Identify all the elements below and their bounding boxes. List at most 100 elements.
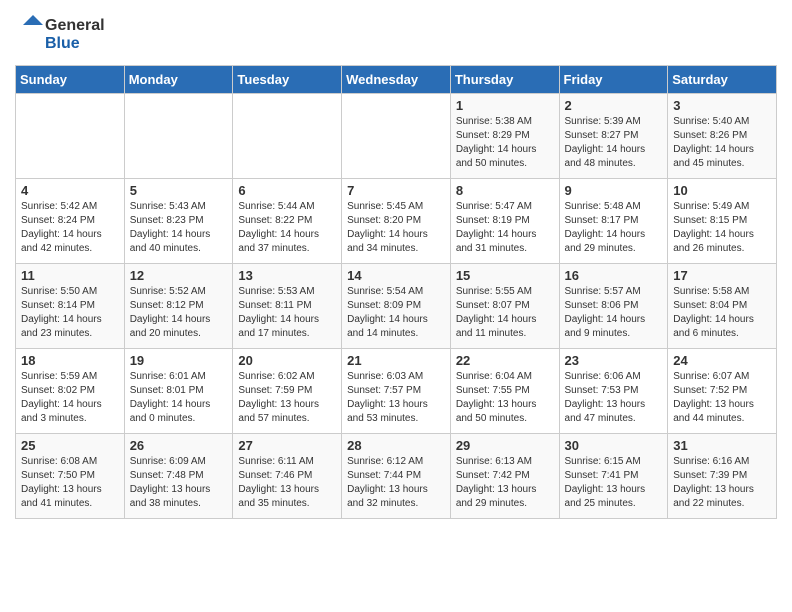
day-number: 30 [565,438,663,453]
day-number: 19 [130,353,228,368]
day-info: Sunrise: 5:54 AM Sunset: 8:09 PM Dayligh… [347,285,445,341]
day-number: 4 [21,183,119,198]
day-info: Sunrise: 6:04 AM Sunset: 7:55 PM Dayligh… [456,370,554,426]
day-number: 17 [673,268,771,283]
day-number: 9 [565,183,663,198]
day-cell: 1Sunrise: 5:38 AM Sunset: 8:29 PM Daylig… [450,94,559,179]
day-info: Sunrise: 5:59 AM Sunset: 8:02 PM Dayligh… [21,370,119,426]
day-info: Sunrise: 5:49 AM Sunset: 8:15 PM Dayligh… [673,200,771,256]
day-cell: 10 Sunrise: 5:49 AM Sunset: 8:15 PM Dayli… [668,179,777,264]
day-info: Sunrise: 6:15 AM Sunset: 7:41 PM Dayligh… [565,455,663,511]
day-cell: 15 Sunrise: 5:55 AM Sunset: 8:07 PM Dayli… [450,264,559,349]
day-number: 2 [565,98,663,113]
day-number: 12 [130,268,228,283]
day-number: 18 [21,353,119,368]
svg-text:Blue: Blue [45,35,80,52]
day-cell: 8 Sunrise: 5:47 AM Sunset: 8:19 PM Daylig… [450,179,559,264]
day-cell: 6 Sunrise: 5:44 AM Sunset: 8:22 PM Daylig… [233,179,342,264]
day-cell: 17 Sunrise: 5:58 AM Sunset: 8:04 PM Dayli… [668,264,777,349]
day-cell: 28 Sunrise: 6:12 AM Sunset: 7:44 PM Dayli… [342,434,451,519]
day-info: Sunrise: 5:53 AM Sunset: 8:11 PM Dayligh… [238,285,336,341]
day-cell: 30 Sunrise: 6:15 AM Sunset: 7:41 PM Dayli… [559,434,668,519]
day-info: Sunrise: 5:48 AM Sunset: 8:17 PM Dayligh… [565,200,663,256]
day-cell: 9 Sunrise: 5:48 AM Sunset: 8:17 PM Daylig… [559,179,668,264]
day-cell: 20Sunrise: 6:02 AM Sunset: 7:59 PM Dayli… [233,349,342,434]
day-cell: 19Sunrise: 6:01 AM Sunset: 8:01 PM Dayli… [124,349,233,434]
header-day-tuesday: Tuesday [233,66,342,94]
day-number: 13 [238,268,336,283]
day-cell: 3 Sunrise: 5:40 AM Sunset: 8:26 PM Daylig… [668,94,777,179]
header-row: SundayMondayTuesdayWednesdayThursdayFrid… [16,66,777,94]
header-day-friday: Friday [559,66,668,94]
day-cell: 7Sunrise: 5:45 AM Sunset: 8:20 PM Daylig… [342,179,451,264]
day-number: 11 [21,268,119,283]
day-info: Sunrise: 5:42 AM Sunset: 8:24 PM Dayligh… [21,200,119,256]
day-info: Sunrise: 6:13 AM Sunset: 7:42 PM Dayligh… [456,455,554,511]
day-number: 22 [456,353,554,368]
day-cell [124,94,233,179]
logo: GeneralBlue [15,10,105,55]
day-cell: 14 Sunrise: 5:54 AM Sunset: 8:09 PM Dayli… [342,264,451,349]
day-cell [16,94,125,179]
svg-text:General: General [45,17,105,34]
day-info: Sunrise: 5:40 AM Sunset: 8:26 PM Dayligh… [673,115,771,171]
day-info: Sunrise: 6:11 AM Sunset: 7:46 PM Dayligh… [238,455,336,511]
day-number: 15 [456,268,554,283]
day-info: Sunrise: 5:43 AM Sunset: 8:23 PM Dayligh… [130,200,228,256]
day-info: Sunrise: 5:39 AM Sunset: 8:27 PM Dayligh… [565,115,663,171]
day-cell: 13 Sunrise: 5:53 AM Sunset: 8:11 PM Dayli… [233,264,342,349]
day-cell: 12 Sunrise: 5:52 AM Sunset: 8:12 PM Dayli… [124,264,233,349]
day-cell: 26 Sunrise: 6:09 AM Sunset: 7:48 PM Dayli… [124,434,233,519]
day-info: Sunrise: 6:03 AM Sunset: 7:57 PM Dayligh… [347,370,445,426]
day-info: Sunrise: 5:45 AM Sunset: 8:20 PM Dayligh… [347,200,445,256]
day-info: Sunrise: 5:44 AM Sunset: 8:22 PM Dayligh… [238,200,336,256]
day-number: 14 [347,268,445,283]
day-number: 3 [673,98,771,113]
day-number: 6 [238,183,336,198]
page-header: GeneralBlue [15,10,777,55]
day-number: 27 [238,438,336,453]
day-info: Sunrise: 5:52 AM Sunset: 8:12 PM Dayligh… [130,285,228,341]
week-row-1: 1Sunrise: 5:38 AM Sunset: 8:29 PM Daylig… [16,94,777,179]
header-day-saturday: Saturday [668,66,777,94]
day-cell: 11 Sunrise: 5:50 AM Sunset: 8:14 PM Dayli… [16,264,125,349]
day-info: Sunrise: 6:16 AM Sunset: 7:39 PM Dayligh… [673,455,771,511]
day-cell: 31 Sunrise: 6:16 AM Sunset: 7:39 PM Dayli… [668,434,777,519]
day-info: Sunrise: 6:02 AM Sunset: 7:59 PM Dayligh… [238,370,336,426]
day-info: Sunrise: 6:09 AM Sunset: 7:48 PM Dayligh… [130,455,228,511]
day-number: 29 [456,438,554,453]
day-number: 21 [347,353,445,368]
day-info: Sunrise: 6:08 AM Sunset: 7:50 PM Dayligh… [21,455,119,511]
day-info: Sunrise: 5:58 AM Sunset: 8:04 PM Dayligh… [673,285,771,341]
day-info: Sunrise: 5:55 AM Sunset: 8:07 PM Dayligh… [456,285,554,341]
header-day-wednesday: Wednesday [342,66,451,94]
day-number: 31 [673,438,771,453]
day-cell: 29 Sunrise: 6:13 AM Sunset: 7:42 PM Dayli… [450,434,559,519]
day-cell: 25 Sunrise: 6:08 AM Sunset: 7:50 PM Dayli… [16,434,125,519]
header-day-monday: Monday [124,66,233,94]
day-info: Sunrise: 5:50 AM Sunset: 8:14 PM Dayligh… [21,285,119,341]
day-cell: 5Sunrise: 5:43 AM Sunset: 8:23 PM Daylig… [124,179,233,264]
day-number: 24 [673,353,771,368]
day-number: 10 [673,183,771,198]
week-row-3: 11 Sunrise: 5:50 AM Sunset: 8:14 PM Dayli… [16,264,777,349]
day-info: Sunrise: 5:38 AM Sunset: 8:29 PM Dayligh… [456,115,554,171]
day-number: 28 [347,438,445,453]
logo-icon: GeneralBlue [15,10,105,55]
day-info: Sunrise: 6:12 AM Sunset: 7:44 PM Dayligh… [347,455,445,511]
day-cell: 23 Sunrise: 6:06 AM Sunset: 7:53 PM Dayli… [559,349,668,434]
calendar-table: SundayMondayTuesdayWednesdayThursdayFrid… [15,65,777,519]
day-number: 16 [565,268,663,283]
day-number: 23 [565,353,663,368]
day-info: Sunrise: 5:47 AM Sunset: 8:19 PM Dayligh… [456,200,554,256]
day-cell [233,94,342,179]
day-number: 26 [130,438,228,453]
day-cell: 24Sunrise: 6:07 AM Sunset: 7:52 PM Dayli… [668,349,777,434]
day-number: 25 [21,438,119,453]
day-cell [342,94,451,179]
week-row-2: 4 Sunrise: 5:42 AM Sunset: 8:24 PM Daylig… [16,179,777,264]
day-info: Sunrise: 6:06 AM Sunset: 7:53 PM Dayligh… [565,370,663,426]
header-day-thursday: Thursday [450,66,559,94]
day-number: 8 [456,183,554,198]
day-cell: 21 Sunrise: 6:03 AM Sunset: 7:57 PM Dayli… [342,349,451,434]
